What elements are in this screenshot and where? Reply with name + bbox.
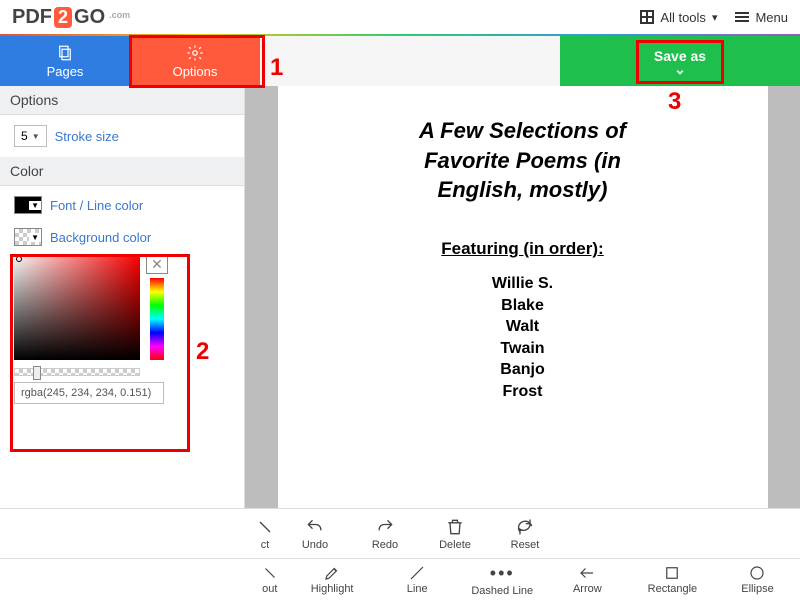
doc-names: Willie S. Blake Walt Twain Banjo Frost bbox=[328, 273, 718, 403]
redo-label: Redo bbox=[372, 539, 398, 551]
redo-button[interactable]: Redo bbox=[350, 517, 420, 551]
undo-icon bbox=[305, 517, 325, 537]
saturation-value-field[interactable] bbox=[14, 254, 140, 360]
ellipse-icon bbox=[748, 564, 766, 582]
tab-options[interactable]: Options bbox=[130, 36, 260, 86]
ellipse-tool[interactable]: Ellipse bbox=[715, 564, 800, 595]
rectangle-label: Rectangle bbox=[648, 583, 698, 595]
highlighter-icon bbox=[323, 564, 341, 582]
pages-icon bbox=[56, 44, 74, 62]
close-picker-button[interactable]: ✕ bbox=[146, 254, 168, 274]
annotation-num-1: 1 bbox=[270, 54, 283, 82]
font-line-color-label[interactable]: Font / Line color bbox=[50, 198, 143, 213]
pdf-page: A Few Selections of Favorite Poems (in E… bbox=[278, 86, 768, 508]
delete-button[interactable]: Delete bbox=[420, 517, 490, 551]
highlight-tool[interactable]: Highlight bbox=[290, 564, 375, 595]
arrow-icon bbox=[578, 564, 596, 582]
line-label: Line bbox=[407, 583, 428, 595]
undo-button[interactable]: Undo bbox=[280, 517, 350, 551]
reset-icon bbox=[515, 517, 535, 537]
line-tool[interactable]: Line bbox=[375, 564, 460, 595]
menu-label: Menu bbox=[755, 10, 788, 25]
stroke-size-select[interactable]: 5 ▼ bbox=[14, 125, 47, 147]
alpha-slider[interactable] bbox=[14, 368, 140, 376]
background-color-label[interactable]: Background color bbox=[50, 230, 151, 245]
stroke-size-value: 5 bbox=[21, 129, 28, 143]
logo[interactable]: PDF 2 GO .com bbox=[12, 6, 130, 29]
stroke-size-label[interactable]: Stroke size bbox=[55, 129, 119, 144]
tab-pages[interactable]: Pages bbox=[0, 36, 130, 86]
tab-pages-label: Pages bbox=[47, 64, 84, 79]
chevron-down-icon: ⌄ bbox=[674, 64, 686, 74]
grid-icon bbox=[640, 10, 654, 24]
chevron-down-icon: ▼ bbox=[32, 132, 40, 141]
arrow-label: Arrow bbox=[573, 583, 602, 595]
all-tools-label: All tools bbox=[660, 10, 706, 25]
logo-pdf: PDF bbox=[12, 6, 52, 29]
background-color-swatch[interactable]: ▼ bbox=[14, 228, 42, 246]
undo-label: Undo bbox=[302, 539, 328, 551]
edit-toolbar: ct Undo Redo Delete Reset bbox=[0, 508, 800, 558]
sidebar: Options 5 ▼ Stroke size Color ▼ Font / L… bbox=[0, 86, 245, 508]
picker-cursor bbox=[16, 256, 22, 262]
logo-go: GO bbox=[74, 6, 105, 29]
ellipse-label: Ellipse bbox=[741, 583, 773, 595]
trash-icon bbox=[445, 517, 465, 537]
primary-tabs: Pages Options Save as ⌄ bbox=[0, 36, 800, 86]
document-canvas[interactable]: A Few Selections of Favorite Poems (in E… bbox=[245, 86, 800, 508]
font-line-color-swatch[interactable]: ▼ bbox=[14, 196, 42, 214]
tool-partial-left[interactable]: ct bbox=[250, 517, 280, 551]
dashed-line-label: Dashed Line bbox=[471, 585, 533, 597]
tab-options-label: Options bbox=[173, 64, 218, 79]
top-bar: PDF 2 GO .com All tools ▾ Menu bbox=[0, 0, 800, 36]
color-header: Color bbox=[0, 157, 244, 186]
chevron-down-icon: ▼ bbox=[29, 201, 41, 210]
name-2: Walt bbox=[328, 316, 718, 338]
hamburger-icon bbox=[735, 12, 749, 22]
arrow-tool[interactable]: Arrow bbox=[545, 564, 630, 595]
options-header: Options bbox=[0, 86, 244, 115]
name-3: Twain bbox=[328, 338, 718, 360]
chevron-down-icon: ▼ bbox=[29, 233, 41, 242]
annotation-num-2: 2 bbox=[196, 338, 209, 366]
name-5: Frost bbox=[328, 381, 718, 403]
color-picker: ✕ rgba(245, 234, 234, 0.151) bbox=[14, 254, 182, 404]
annotation-num-3: 3 bbox=[668, 88, 681, 116]
alpha-thumb bbox=[33, 366, 41, 380]
tool-partial-out[interactable]: out bbox=[250, 564, 290, 595]
main-menu[interactable]: Menu bbox=[735, 10, 788, 25]
doc-subheading: Featuring (in order): bbox=[328, 239, 718, 259]
line-icon bbox=[408, 564, 426, 582]
reset-label: Reset bbox=[511, 539, 540, 551]
doc-title: A Few Selections of Favorite Poems (in E… bbox=[393, 116, 653, 205]
chevron-down-icon: ▾ bbox=[712, 11, 718, 24]
dots-icon: ••• bbox=[490, 563, 515, 584]
shape-toolbar: out Highlight Line ••• Dashed Line Arrow… bbox=[0, 558, 800, 600]
save-as-button[interactable]: Save as ⌄ bbox=[560, 36, 800, 86]
name-0: Willie S. bbox=[328, 273, 718, 295]
name-4: Banjo bbox=[328, 359, 718, 381]
redo-icon bbox=[375, 517, 395, 537]
all-tools-menu[interactable]: All tools ▾ bbox=[640, 10, 717, 25]
name-1: Blake bbox=[328, 295, 718, 317]
rectangle-tool[interactable]: Rectangle bbox=[630, 564, 715, 595]
reset-button[interactable]: Reset bbox=[490, 517, 560, 551]
hue-slider[interactable] bbox=[150, 278, 164, 360]
logo-2: 2 bbox=[54, 7, 72, 28]
gear-icon bbox=[186, 44, 204, 62]
logo-com: .com bbox=[109, 10, 130, 20]
delete-label: Delete bbox=[439, 539, 471, 551]
rectangle-icon bbox=[663, 564, 681, 582]
rgba-value[interactable]: rgba(245, 234, 234, 0.151) bbox=[14, 382, 164, 404]
highlight-label: Highlight bbox=[311, 583, 354, 595]
dashed-line-tool[interactable]: ••• Dashed Line bbox=[460, 563, 545, 597]
